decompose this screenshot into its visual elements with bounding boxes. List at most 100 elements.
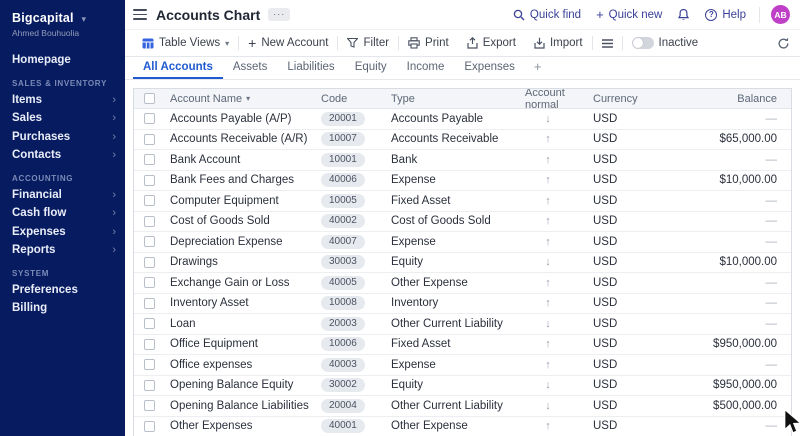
account-normal-arrow: ↑ bbox=[517, 417, 579, 436]
account-name-cell[interactable]: Office expenses bbox=[164, 355, 321, 375]
column-header-account-name[interactable]: Account Name ▾ bbox=[164, 89, 321, 108]
table-row[interactable]: Computer Equipment 10005 Fixed Asset ↑ U… bbox=[134, 191, 791, 212]
row-checkbox[interactable] bbox=[144, 113, 155, 124]
menu-icon[interactable] bbox=[133, 9, 147, 20]
sidebar-item-contacts[interactable]: Contacts› bbox=[0, 146, 125, 165]
account-name-cell[interactable]: Bank Account bbox=[164, 150, 321, 170]
table-row[interactable]: Bank Account 10001 Bank ↑ USD — bbox=[134, 150, 791, 171]
account-name-cell[interactable]: Inventory Asset bbox=[164, 294, 321, 314]
help-button[interactable]: ? Help bbox=[705, 9, 746, 21]
row-checkbox[interactable] bbox=[144, 134, 155, 145]
table-views-button[interactable]: Table Views ▾ bbox=[133, 30, 238, 56]
quick-find-button[interactable]: Quick find bbox=[513, 9, 581, 21]
account-name-cell[interactable]: Depreciation Expense bbox=[164, 232, 321, 252]
new-account-button[interactable]: + New Account bbox=[239, 30, 337, 56]
tab-income[interactable]: Income bbox=[397, 57, 455, 79]
sidebar-item-billing[interactable]: Billing bbox=[0, 299, 125, 318]
sidebar-item-homepage[interactable]: Homepage bbox=[0, 51, 125, 70]
add-tab-button[interactable]: + bbox=[525, 57, 551, 79]
account-code-badge: 10007 bbox=[321, 132, 365, 146]
account-code-badge: 40007 bbox=[321, 235, 365, 249]
table-row[interactable]: Opening Balance Liabilities 20004 Other … bbox=[134, 396, 791, 417]
account-name-cell[interactable]: Office Equipment bbox=[164, 335, 321, 355]
table-row[interactable]: Drawings 30003 Equity ↓ USD $10,000.00 bbox=[134, 253, 791, 274]
sidebar-item-financial[interactable]: Financial› bbox=[0, 186, 125, 205]
account-name-cell[interactable]: Computer Equipment bbox=[164, 191, 321, 211]
table-row[interactable]: Office Equipment 10006 Fixed Asset ↑ USD… bbox=[134, 335, 791, 356]
account-name-cell[interactable]: Exchange Gain or Loss bbox=[164, 273, 321, 293]
account-name-cell[interactable]: Accounts Payable (A/P) bbox=[164, 109, 321, 129]
table-row[interactable]: Accounts Payable (A/P) 20001 Accounts Pa… bbox=[134, 109, 791, 130]
table-row[interactable]: Other Expenses 40001 Other Expense ↑ USD… bbox=[134, 417, 791, 436]
import-button[interactable]: Import bbox=[525, 30, 592, 56]
table-row[interactable]: Inventory Asset 10008 Inventory ↑ USD — bbox=[134, 294, 791, 315]
account-name-cell[interactable]: Bank Fees and Charges bbox=[164, 171, 321, 191]
sidebar-item-sales[interactable]: Sales› bbox=[0, 109, 125, 128]
workspace-switcher[interactable]: Bigcapital ▾ bbox=[0, 8, 125, 25]
table-row[interactable]: Exchange Gain or Loss 40005 Other Expens… bbox=[134, 273, 791, 294]
sidebar-item-purchases[interactable]: Purchases› bbox=[0, 128, 125, 147]
refresh-button[interactable] bbox=[777, 37, 790, 50]
sidebar-item-preferences[interactable]: Preferences bbox=[0, 281, 125, 300]
table-row[interactable]: Accounts Receivable (A/R) 10007 Accounts… bbox=[134, 130, 791, 151]
tab-expenses[interactable]: Expenses bbox=[454, 57, 525, 79]
table-row[interactable]: Loan 20003 Other Current Liability ↓ USD… bbox=[134, 314, 791, 335]
row-checkbox[interactable] bbox=[144, 257, 155, 268]
filter-button[interactable]: Filter bbox=[338, 30, 398, 56]
account-code-badge: 10006 bbox=[321, 337, 365, 351]
row-checkbox[interactable] bbox=[144, 216, 155, 227]
row-checkbox[interactable] bbox=[144, 175, 155, 186]
notifications-button[interactable] bbox=[677, 8, 690, 22]
sidebar-item-reports[interactable]: Reports› bbox=[0, 241, 125, 260]
row-density-button[interactable] bbox=[593, 30, 622, 56]
account-name-cell[interactable]: Opening Balance Liabilities bbox=[164, 396, 321, 416]
column-header-type[interactable]: Type bbox=[391, 89, 517, 108]
row-checkbox[interactable] bbox=[144, 236, 155, 247]
toggle-switch-off[interactable] bbox=[632, 37, 654, 49]
row-checkbox[interactable] bbox=[144, 339, 155, 350]
avatar[interactable]: AB bbox=[771, 5, 790, 24]
tab-all-accounts[interactable]: All Accounts bbox=[133, 57, 223, 79]
balance-cell: $950,000.00 bbox=[665, 376, 791, 396]
account-name-cell[interactable]: Drawings bbox=[164, 253, 321, 273]
account-name-cell[interactable]: Opening Balance Equity bbox=[164, 376, 321, 396]
row-checkbox[interactable] bbox=[144, 359, 155, 370]
table-row[interactable]: Bank Fees and Charges 40006 Expense ↑ US… bbox=[134, 171, 791, 192]
account-name-cell[interactable]: Cost of Goods Sold bbox=[164, 212, 321, 232]
account-name-cell[interactable]: Other Expenses bbox=[164, 417, 321, 436]
row-checkbox[interactable] bbox=[144, 154, 155, 165]
print-button[interactable]: Print bbox=[399, 30, 458, 56]
column-header-account-normal[interactable]: Account normal bbox=[517, 89, 579, 108]
more-button[interactable]: ··· bbox=[268, 8, 290, 21]
export-button[interactable]: Export bbox=[458, 30, 525, 56]
column-header-currency[interactable]: Currency bbox=[579, 89, 665, 108]
quick-new-button[interactable]: + Quick new bbox=[596, 8, 662, 21]
inactive-toggle[interactable]: Inactive bbox=[623, 30, 708, 56]
column-header-code[interactable]: Code bbox=[321, 89, 391, 108]
select-all-checkbox[interactable] bbox=[144, 93, 155, 104]
row-checkbox[interactable] bbox=[144, 380, 155, 391]
row-checkbox[interactable] bbox=[144, 421, 155, 432]
account-code-badge: 40006 bbox=[321, 173, 365, 187]
table-row[interactable]: Opening Balance Equity 30002 Equity ↓ US… bbox=[134, 376, 791, 397]
row-checkbox[interactable] bbox=[144, 400, 155, 411]
sidebar-item-expenses[interactable]: Expenses› bbox=[0, 223, 125, 242]
account-name-cell[interactable]: Loan bbox=[164, 314, 321, 334]
tab-liabilities[interactable]: Liabilities bbox=[277, 57, 344, 79]
row-checkbox[interactable] bbox=[144, 195, 155, 206]
account-name-cell[interactable]: Accounts Receivable (A/R) bbox=[164, 130, 321, 150]
row-checkbox[interactable] bbox=[144, 277, 155, 288]
column-header-balance[interactable]: Balance bbox=[665, 89, 791, 108]
tab-assets[interactable]: Assets bbox=[223, 57, 278, 79]
table-row[interactable]: Cost of Goods Sold 40002 Cost of Goods S… bbox=[134, 212, 791, 233]
user-name: Ahmed Bouhuolia bbox=[0, 25, 125, 38]
row-checkbox[interactable] bbox=[144, 298, 155, 309]
tab-equity[interactable]: Equity bbox=[345, 57, 397, 79]
currency-cell: USD bbox=[579, 417, 665, 436]
row-checkbox[interactable] bbox=[144, 318, 155, 329]
sidebar-item-items[interactable]: Items› bbox=[0, 91, 125, 110]
table-row[interactable]: Depreciation Expense 40007 Expense ↑ USD… bbox=[134, 232, 791, 253]
account-tabs: All Accounts Assets Liabilities Equity I… bbox=[125, 57, 800, 80]
sidebar-item-cash-flow[interactable]: Cash flow› bbox=[0, 204, 125, 223]
table-row[interactable]: Office expenses 40003 Expense ↑ USD — bbox=[134, 355, 791, 376]
